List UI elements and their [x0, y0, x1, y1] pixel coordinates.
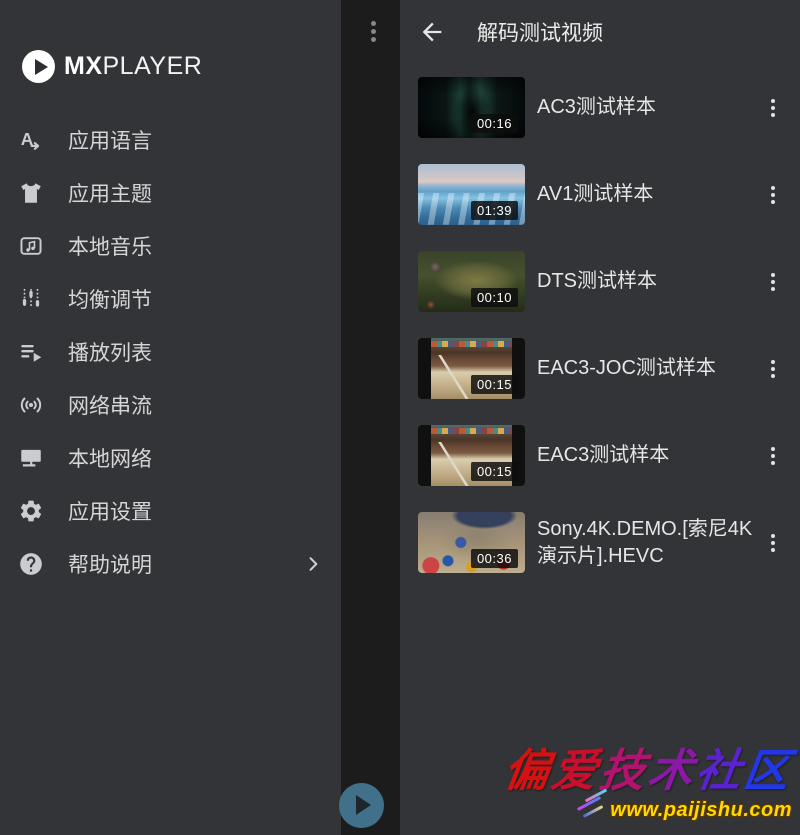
sidebar-item-playlist[interactable]: 播放列表 [0, 325, 341, 378]
item-overflow-menu-icon[interactable] [767, 443, 779, 469]
video-row[interactable]: 00:10 DTS测试样本 [400, 238, 800, 325]
sidebar-item-network-stream[interactable]: 网络串流 [0, 378, 341, 431]
logo-player: PLAYER [103, 52, 203, 80]
video-row[interactable]: 00:16 AC3测试样本 [400, 64, 800, 151]
video-title: Sony.4K.DEMO.[索尼4K演示片].HEVC [537, 516, 753, 570]
watermark-text: 偏爱技术社区 [504, 746, 792, 796]
item-overflow-menu-icon[interactable] [767, 530, 779, 556]
item-overflow-menu-icon[interactable] [767, 356, 779, 382]
watermark: 偏爱技术社区 www.paijishu.com [504, 746, 792, 822]
item-overflow-menu-icon[interactable] [767, 95, 779, 121]
video-row[interactable]: 00:36 Sony.4K.DEMO.[索尼4K演示片].HEVC [400, 499, 800, 586]
sidebar-item-label: 网络串流 [68, 390, 152, 420]
back-button[interactable] [418, 18, 446, 46]
video-thumbnail: 01:39 [418, 164, 525, 225]
help-icon [18, 551, 44, 577]
duration-badge: 00:10 [471, 288, 518, 307]
sidebar-item-app-language[interactable]: A 应用语言 [0, 113, 341, 166]
video-title: EAC3-JOC测试样本 [537, 355, 716, 382]
music-folder-icon [18, 233, 44, 259]
duration-badge: 00:15 [471, 462, 518, 481]
video-thumbnail: 00:10 [418, 251, 525, 312]
watermark-url: www.paijishu.com [504, 799, 792, 822]
drawer-menu: A 应用语言 应用主题 本地音乐 均衡调节 播放列表 网络串流 [0, 113, 341, 590]
video-list-panel: 解码测试视频 00:16 AC3测试样本 01:39 AV1测试样本 00:10… [400, 0, 800, 835]
sidebar-item-equalizer[interactable]: 均衡调节 [0, 272, 341, 325]
back-arrow-icon [418, 18, 446, 46]
settings-icon [18, 498, 44, 524]
stream-icon [18, 392, 44, 418]
tshirt-icon [18, 180, 44, 206]
watermark-streaks-decoration [570, 794, 608, 813]
video-thumbnail: 00:15 [418, 425, 525, 486]
video-title: EAC3测试样本 [537, 442, 669, 469]
video-row[interactable]: 01:39 AV1测试样本 [400, 151, 800, 238]
sidebar-item-label: 帮助说明 [68, 549, 152, 579]
video-title: AV1测试样本 [537, 181, 653, 208]
dimmed-content-strip [341, 0, 400, 835]
video-title: AC3测试样本 [537, 94, 656, 121]
video-thumbnail: 00:15 [418, 338, 525, 399]
play-logo-icon [22, 50, 55, 83]
translate-icon: A [18, 127, 44, 153]
sidebar-item-app-settings[interactable]: 应用设置 [0, 484, 341, 537]
duration-badge: 00:16 [471, 114, 518, 133]
play-fab-button[interactable] [339, 783, 384, 828]
item-overflow-menu-icon[interactable] [767, 269, 779, 295]
equalizer-icon [18, 286, 44, 312]
video-row[interactable]: 00:15 EAC3-JOC测试样本 [400, 325, 800, 412]
page-title: 解码测试视频 [477, 17, 603, 47]
video-list: 00:16 AC3测试样本 01:39 AV1测试样本 00:10 DTS测试样… [400, 64, 800, 586]
duration-badge: 00:15 [471, 375, 518, 394]
sidebar-item-label: 本地音乐 [68, 231, 152, 261]
play-icon [356, 795, 371, 815]
sidebar-item-label: 应用设置 [68, 496, 152, 526]
video-thumbnail: 00:16 [418, 77, 525, 138]
item-overflow-menu-icon[interactable] [767, 182, 779, 208]
sidebar-item-app-theme[interactable]: 应用主题 [0, 166, 341, 219]
video-title: DTS测试样本 [537, 268, 657, 295]
mx-player-logo: MXPLAYER [22, 50, 202, 83]
duration-badge: 00:36 [471, 549, 518, 568]
duration-badge: 01:39 [471, 201, 518, 220]
sidebar-item-label: 播放列表 [68, 337, 152, 367]
video-thumbnail: 00:36 [418, 512, 525, 573]
logo-mx: MX [64, 52, 103, 80]
sidebar-item-local-music[interactable]: 本地音乐 [0, 219, 341, 272]
sidebar-item-label: 应用语言 [68, 125, 152, 155]
mx-player-screen: MXPLAYER A 应用语言 应用主题 本地音乐 均衡调节 播放列表 [0, 0, 800, 835]
list-header: 解码测试视频 [400, 0, 800, 64]
sidebar-item-label: 本地网络 [68, 443, 152, 473]
overflow-menu-icon[interactable] [371, 21, 376, 42]
playlist-icon [18, 339, 44, 365]
chevron-right-icon [303, 554, 323, 574]
sidebar-item-help[interactable]: 帮助说明 [0, 537, 341, 590]
sidebar-item-label: 均衡调节 [68, 284, 152, 314]
sidebar-item-label: 应用主题 [68, 178, 152, 208]
nav-drawer: MXPLAYER A 应用语言 应用主题 本地音乐 均衡调节 播放列表 [0, 0, 341, 835]
sidebar-item-local-network[interactable]: 本地网络 [0, 431, 341, 484]
logo-text: MXPLAYER [64, 52, 202, 81]
video-row[interactable]: 00:15 EAC3测试样本 [400, 412, 800, 499]
network-icon [18, 445, 44, 471]
